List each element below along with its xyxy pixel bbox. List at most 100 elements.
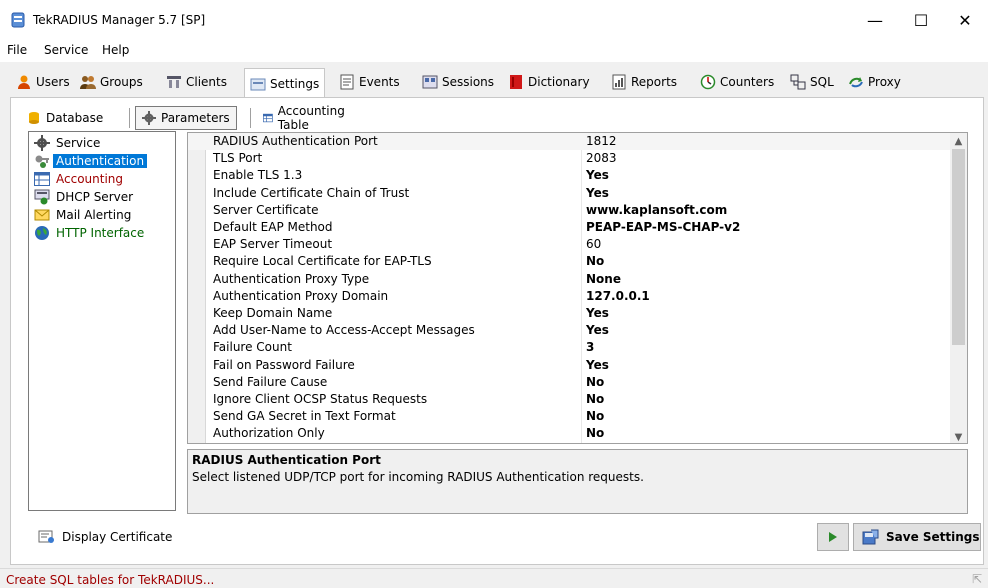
tab-proxy[interactable]: Proxy — [842, 68, 907, 96]
subtab-parameters[interactable]: Parameters — [135, 106, 237, 130]
table-row[interactable]: Default EAP Method PEAP-EAP-MS-CHAP-v2 — [188, 219, 950, 236]
param-value[interactable]: Yes — [586, 186, 609, 200]
save-icon — [862, 529, 879, 545]
param-value[interactable]: Yes — [586, 168, 609, 182]
param-name: Server Certificate — [213, 202, 319, 217]
table-row[interactable]: Require Local Certificate for EAP-TLS No — [188, 253, 950, 270]
param-value[interactable]: Yes — [586, 306, 609, 320]
table-row[interactable]: TLS Port 2083 — [188, 150, 950, 167]
param-value[interactable]: 1812 — [586, 134, 617, 148]
menu-help[interactable]: Help — [102, 43, 129, 57]
subtab-separator — [250, 108, 251, 128]
menu-bar: File Service Help — [0, 40, 988, 62]
param-name: Include Certificate Chain of Trust — [213, 185, 410, 200]
param-name: Failure Count — [213, 340, 292, 355]
table-row[interactable]: Enable TLS 1.3 Yes — [188, 167, 950, 184]
tab-clients[interactable]: Clients — [160, 68, 233, 96]
tab-events[interactable]: Events — [333, 68, 406, 96]
scroll-down-icon[interactable]: ▼ — [950, 429, 967, 443]
maximize-button[interactable]: ☐ — [898, 0, 944, 40]
param-name: Enable TLS 1.3 — [213, 168, 303, 183]
minimize-button[interactable]: — — [852, 0, 898, 40]
param-value[interactable]: 127.0.0.1 — [586, 289, 650, 303]
display-certificate-button[interactable]: Display Certificate — [38, 526, 172, 548]
tab-sessions[interactable]: Sessions — [416, 68, 500, 96]
param-value[interactable]: 2083 — [586, 151, 617, 165]
table-row[interactable]: Server Certificate www.kaplansoft.com — [188, 202, 950, 219]
table-row[interactable]: EAP Server Timeout 60 — [188, 236, 950, 253]
param-name: Default EAP Method — [213, 220, 333, 234]
table-row[interactable]: Ignore Client OCSP Status Requests No — [188, 391, 950, 408]
param-name: RADIUS Authentication Port — [213, 134, 378, 148]
table-row[interactable]: Add User-Name to Access-Accept Messages Y… — [188, 322, 950, 339]
param-name: Fail on Password Failure — [213, 357, 355, 372]
subtab-database[interactable]: Database — [21, 106, 109, 130]
param-name: Require Local Certificate for EAP-TLS — [213, 254, 432, 269]
table-row[interactable]: Authentication Proxy Type None — [188, 271, 950, 288]
tab-sql[interactable]: SQL — [784, 68, 840, 96]
table-row[interactable]: Authentication Proxy Domain 127.0.0.1 — [188, 288, 950, 305]
scrollbar-thumb[interactable] — [952, 149, 965, 345]
save-settings-button[interactable]: Save Settings — [853, 523, 981, 551]
param-value[interactable]: 60 — [586, 237, 601, 251]
gear-icon — [34, 134, 50, 151]
counters-icon — [700, 74, 716, 90]
tree-item-accounting[interactable]: Accounting — [34, 170, 126, 187]
proxy-icon — [849, 77, 863, 88]
subtab-accounting-table[interactable]: Accounting Table — [257, 104, 355, 132]
tab-counters[interactable]: Counters — [694, 68, 780, 96]
settings-icon — [250, 78, 266, 90]
table-row[interactable]: Include Certificate Chain of Trust Yes — [188, 185, 950, 202]
param-value[interactable]: No — [586, 375, 604, 389]
param-value[interactable]: 3 — [586, 340, 594, 354]
param-name: Authorization Only — [213, 426, 325, 441]
table-row[interactable]: Fail on Password Failure Yes — [188, 357, 950, 374]
param-value[interactable]: www.kaplansoft.com — [586, 203, 727, 217]
close-button[interactable]: ✕ — [942, 0, 988, 40]
tree-item-mail-alerting[interactable]: Mail Alerting — [34, 206, 134, 223]
tree-item-authentication[interactable]: Authentication — [34, 152, 148, 169]
tab-settings[interactable]: Settings — [244, 68, 326, 98]
param-value[interactable]: No — [586, 426, 604, 440]
category-tree: Service Authentication Accounting DHCP S… — [28, 131, 176, 511]
groups-icon — [80, 76, 96, 89]
tree-item-service[interactable]: Service — [34, 134, 103, 151]
table-row[interactable]: Authorization Only No — [188, 425, 950, 442]
tab-groups[interactable]: Groups — [74, 68, 149, 96]
param-name: Authentication Proxy Domain — [213, 288, 389, 303]
table-row[interactable]: Send Failure Cause No — [188, 374, 950, 391]
param-value[interactable]: PEAP-EAP-MS-CHAP-v2 — [586, 220, 740, 234]
status-bar: Create SQL tables for TekRADIUS... ⇱ — [0, 568, 988, 588]
resize-grip-icon[interactable]: ⇱ — [972, 572, 982, 586]
grid-scrollbar[interactable]: ▲ ▼ — [950, 133, 967, 443]
param-value[interactable]: None — [586, 272, 621, 286]
menu-file[interactable]: File — [7, 43, 27, 57]
param-name: EAP Server Timeout — [213, 237, 333, 252]
parameters-grid: RADIUS Authentication Port 1812 TLS Port 20… — [187, 132, 968, 444]
table-row[interactable]: Send GA Secret in Text Format No — [188, 408, 950, 425]
tree-item-http-interface[interactable]: HTTP Interface — [34, 224, 147, 241]
param-value[interactable]: No — [586, 392, 604, 406]
param-name: TLS Port — [213, 151, 263, 166]
subtab-separator — [129, 108, 130, 128]
tab-users[interactable]: Users — [10, 68, 76, 96]
database-icon — [29, 112, 39, 124]
scroll-up-icon[interactable]: ▲ — [950, 133, 967, 149]
settings-panel: Database Parameters Accounting Table Ser… — [10, 97, 984, 565]
param-name: Authentication Proxy Type — [213, 271, 370, 286]
param-name: Send Failure Cause — [213, 374, 328, 389]
table-row[interactable]: RADIUS Authentication Port 1812 — [188, 133, 950, 151]
tab-reports[interactable]: Reports — [605, 68, 683, 96]
tab-dictionary[interactable]: Dictionary — [502, 68, 596, 96]
table-row[interactable]: Failure Count 3 — [188, 339, 950, 356]
menu-service[interactable]: Service — [44, 43, 88, 57]
play-icon — [829, 532, 837, 542]
param-value[interactable]: No — [586, 409, 604, 423]
title-bar: TekRADIUS Manager 5.7 [SP] — ☐ ✕ — [0, 0, 988, 40]
table-row[interactable]: Keep Domain Name Yes — [188, 305, 950, 322]
tree-item-dhcp-server[interactable]: DHCP Server — [34, 188, 136, 205]
param-value[interactable]: No — [586, 254, 604, 268]
param-value[interactable]: Yes — [586, 323, 609, 337]
start-service-button[interactable] — [817, 523, 849, 551]
param-value[interactable]: Yes — [586, 358, 609, 372]
